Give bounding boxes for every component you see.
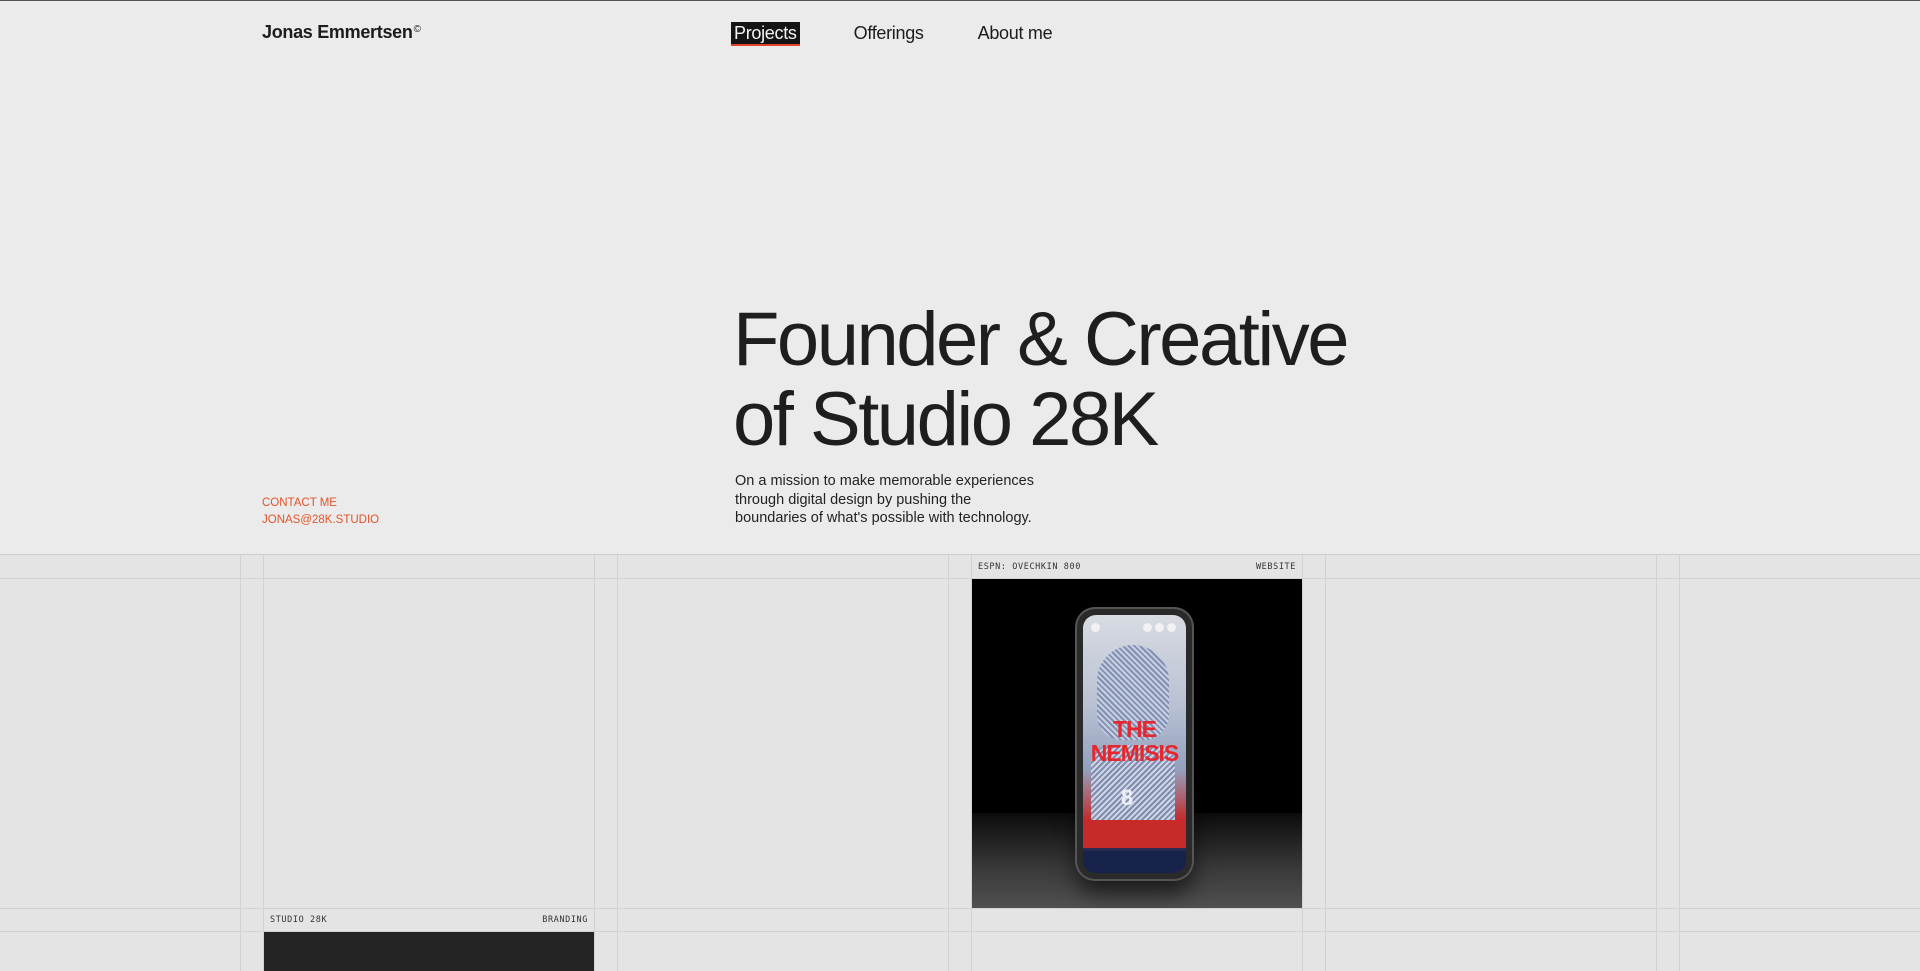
project-category: BRANDING [542, 914, 588, 925]
hero-subtitle-line-3: boundaries of what's possible with techn… [735, 510, 1032, 526]
screen-icon [1155, 623, 1164, 632]
project-category: WEBSITE [1255, 561, 1296, 572]
project-image-espn[interactable]: THE NEMISIS 8 [972, 579, 1302, 908]
screen-icon [1143, 623, 1152, 632]
hero-title-line-2: of Studio 28K [733, 377, 1159, 462]
nav-projects[interactable]: Projects [731, 22, 800, 46]
screen-headline: THE NEMISIS [1083, 717, 1186, 765]
contact-me-link[interactable]: CONTACT ME [262, 495, 379, 512]
brand-name: Jonas Emmertsen [262, 22, 413, 42]
phone-mockup: THE NEMISIS 8 [1077, 609, 1192, 879]
email-link[interactable]: JONAS@28K.STUDIO [262, 512, 379, 529]
hero-subtitle-line-2: through digital design by pushing the [735, 491, 972, 508]
screen-headline-1: THE [1113, 716, 1157, 742]
main-nav: Projects Offerings About me [731, 22, 1103, 46]
screen-menu-icon [1091, 623, 1100, 632]
brand-logo[interactable]: Jonas Emmertsen© [262, 22, 421, 43]
project-name: STUDIO 28K [270, 914, 328, 925]
project-name: ESPN: OVECHKIN 800 [978, 561, 1081, 572]
project-card-label[interactable]: ESPN: OVECHKIN 800 WEBSITE [972, 555, 1302, 578]
grid-line [0, 578, 1920, 579]
hero-subtitle: On a mission to make memorable experienc… [735, 472, 1065, 528]
copyright-icon: © [413, 24, 421, 35]
top-border [0, 0, 1920, 1]
nav-about-me[interactable]: About me [975, 22, 1056, 46]
jersey-band [1083, 820, 1186, 848]
jersey-number: 8 [1121, 785, 1134, 810]
hero-title-line-1: Founder & Creative [733, 297, 1350, 382]
contact-block: CONTACT ME JONAS@28K.STUDIO [262, 495, 379, 529]
hero-title: Founder & Creative of Studio 28K [733, 297, 1350, 462]
sound-icon [1167, 623, 1176, 632]
screen-bottom-bar [1083, 851, 1186, 873]
project-grid: ESPN: OVECHKIN 800 WEBSITE THE NEMISIS 8 [0, 554, 1920, 971]
project-card-label[interactable]: STUDIO 28K BRANDING [264, 908, 594, 931]
nav-offerings[interactable]: Offerings [851, 22, 927, 46]
project-image-studio-28k[interactable] [264, 932, 594, 971]
hero-subtitle-line-1: On a mission to make memorable experienc… [735, 473, 1034, 489]
screen-headline-2: NEMISIS [1090, 740, 1180, 766]
phone-screen: THE NEMISIS 8 [1083, 615, 1186, 873]
